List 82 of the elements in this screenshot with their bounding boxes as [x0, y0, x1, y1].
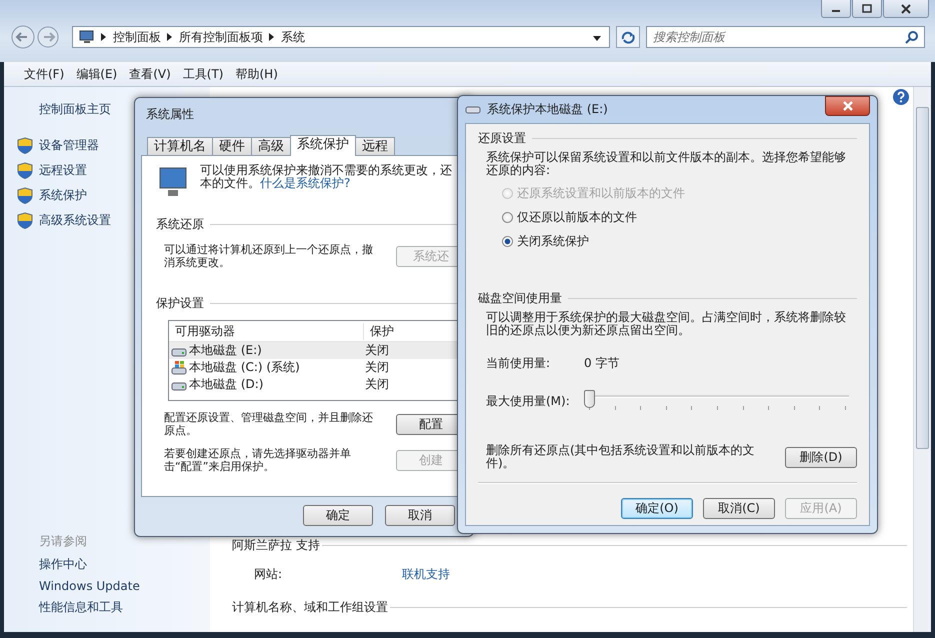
section-heading: 阿斯兰萨拉 支持 — [232, 537, 320, 554]
menu-item[interactable]: 查看(V) — [123, 66, 177, 82]
field-value: 0 字节 — [584, 355, 620, 372]
field-label: 当前使用量: — [486, 355, 552, 372]
drive-icon — [465, 104, 481, 114]
protection-status: 关闭 — [364, 359, 389, 376]
dialog-button[interactable]: 取消 — [385, 505, 455, 526]
protection-status: 关闭 — [364, 376, 389, 393]
sidebar-link[interactable]: 远程设置 — [39, 162, 87, 179]
group-heading: 磁盘空间使用量 — [478, 290, 562, 307]
radio-button[interactable] — [502, 236, 513, 247]
drive-name: 本地磁盘 (D:) — [189, 376, 264, 393]
sidebar-link[interactable]: Windows Update — [39, 579, 210, 593]
computer-icon — [79, 30, 95, 44]
description-text: 系统保护可以保留系统设置和以前文件版本的副本。选择您希望能够还原的内容: — [486, 151, 847, 177]
column-header[interactable]: 可用驱动器 — [169, 322, 364, 340]
minimize-icon[interactable] — [821, 0, 851, 18]
option-label[interactable]: 关闭系统保护 — [517, 233, 589, 250]
section-heading: 计算机名称、域和工作组设置 — [232, 599, 388, 616]
shield-icon — [17, 162, 33, 179]
window-title: 系统保护本地磁盘 (E:) — [487, 101, 608, 118]
tab[interactable]: 硬件 — [212, 137, 252, 155]
chevron-icon — [269, 33, 275, 41]
breadcrumb-item[interactable]: 控制面板 — [113, 28, 161, 46]
shield-icon — [17, 187, 33, 204]
close-icon[interactable] — [883, 0, 929, 18]
tab[interactable]: 系统保护 — [290, 135, 356, 156]
delete-button[interactable]: 删除(D) — [785, 446, 857, 468]
radio-button[interactable] — [502, 212, 513, 223]
description-text: 若要创建还原点，请先选择驱动器并单击“配置”来启用保护。 — [164, 447, 352, 473]
description-text: 配置还原设置、管理磁盘空间，并且删除还原点。 — [164, 411, 374, 437]
description-text: 可以使用系统保护来撤消不需要的系统更改，还 — [200, 164, 452, 177]
sidebar-link[interactable]: 性能信息和工具 — [39, 599, 210, 616]
description-text: 可以通过将计算机还原到上一个还原点，撤消系统更改。 — [164, 243, 374, 269]
field-label: 最大使用量(M): — [486, 392, 571, 410]
menu-item[interactable]: 编辑(E) — [70, 66, 124, 82]
chevron-icon — [101, 33, 107, 41]
menu-item[interactable]: 文件(F) — [18, 66, 70, 82]
description-text: 可以调整用于系统保护的最大磁盘空间。占满空间时，系统将删除较旧的还原点以便为新还原点留出空间。 — [486, 311, 847, 337]
help-icon[interactable] — [893, 89, 909, 105]
address-bar[interactable]: 控制面板 所有控制面板项 系统 — [72, 26, 610, 48]
system-drive-icon — [171, 360, 187, 374]
tab[interactable]: 远程 — [355, 137, 395, 155]
menu-item[interactable]: 工具(T) — [176, 66, 230, 82]
sidebar-link[interactable]: 操作中心 — [39, 556, 210, 573]
scrollbar[interactable] — [913, 87, 931, 632]
search-icon[interactable] — [905, 30, 919, 44]
drive-name: 本地磁盘 (E:) — [189, 342, 262, 359]
slider-thumb[interactable] — [584, 390, 595, 408]
refresh-icon[interactable] — [616, 26, 640, 48]
sidebar-link[interactable]: 高级系统设置 — [39, 212, 111, 229]
field-label: 网站: — [254, 566, 284, 583]
description-text: 本的文件。 — [200, 176, 260, 190]
description-text: 删除所有还原点(其中包括系统设置和以前版本的文件)。 — [486, 444, 756, 470]
group-heading: 还原设置 — [478, 130, 526, 147]
group-heading: 保护设置 — [156, 295, 204, 312]
chevron-icon — [167, 33, 173, 41]
shield-icon — [17, 212, 33, 229]
shield-icon — [17, 137, 33, 154]
breadcrumb-item[interactable]: 所有控制面板项 — [179, 28, 263, 46]
dialog-button[interactable]: 确定 — [303, 505, 373, 526]
tab[interactable]: 计算机名 — [147, 137, 213, 155]
close-button[interactable] — [825, 96, 870, 116]
help-link[interactable]: 什么是系统保护? — [260, 176, 350, 190]
support-link[interactable]: 联机支持 — [402, 566, 450, 583]
section-heading: 另请参阅 — [39, 533, 88, 550]
slider-track[interactable] — [584, 390, 851, 412]
search-field[interactable]: 搜索控制面板 — [646, 26, 925, 48]
column-header[interactable]: 保护 — [364, 322, 394, 340]
drive-name: 本地磁盘 (C:) (系统) — [189, 359, 300, 376]
maximize-icon[interactable] — [852, 0, 882, 18]
breadcrumb-item[interactable]: 系统 — [281, 28, 305, 46]
group-heading: 系统还原 — [156, 216, 204, 233]
menu-item[interactable]: 帮助(H) — [230, 66, 284, 82]
option-label[interactable]: 仅还原以前版本的文件 — [517, 209, 637, 226]
window-title: 系统属性 — [146, 106, 195, 123]
dialog-button[interactable]: 确定(O) — [621, 498, 693, 519]
dialog-button[interactable]: 取消(C) — [703, 498, 775, 519]
sidebar-link[interactable]: 系统保护 — [39, 187, 87, 204]
sidebar-link[interactable]: 设备管理器 — [39, 137, 99, 154]
protection-status: 关闭 — [364, 342, 389, 359]
tab[interactable]: 高级 — [251, 137, 291, 155]
